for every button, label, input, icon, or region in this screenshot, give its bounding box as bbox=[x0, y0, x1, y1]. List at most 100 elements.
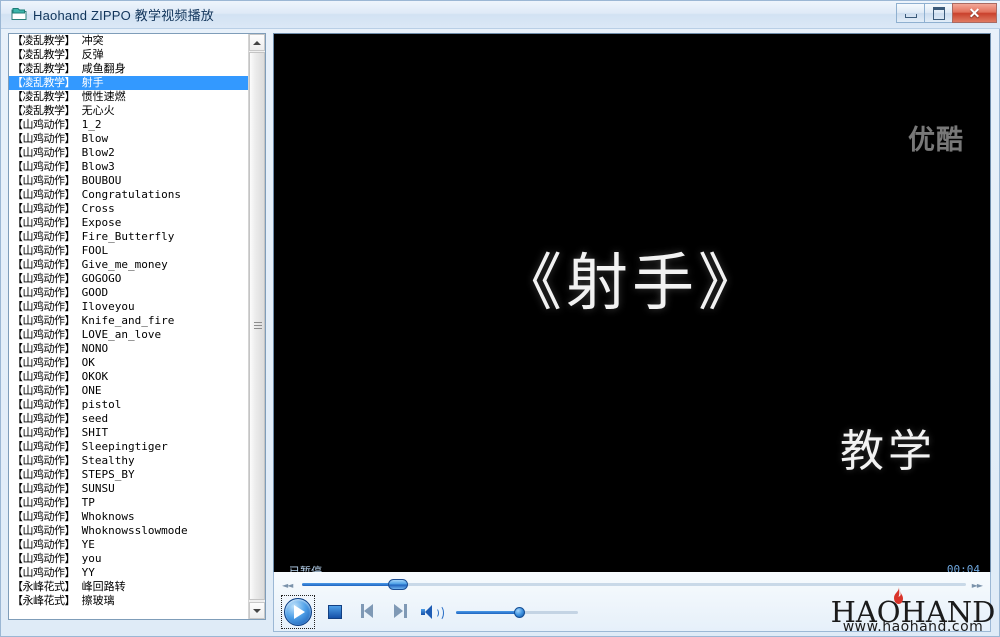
list-item[interactable]: 【山鸡动作】 SHIT bbox=[9, 426, 250, 440]
list-item[interactable]: 【山鸡动作】 FOOL bbox=[9, 244, 250, 258]
seek-slider[interactable] bbox=[302, 579, 966, 590]
list-item-tag: 【山鸡动作】 bbox=[12, 552, 76, 565]
list-item-name: Blow2 bbox=[75, 146, 115, 159]
list-item-tag: 【山鸡动作】 bbox=[12, 496, 76, 509]
list-item[interactable]: 【山鸡动作】 1_2 bbox=[9, 118, 250, 132]
list-item[interactable]: 【山鸡动作】 YY bbox=[9, 566, 250, 580]
list-item-tag: 【山鸡动作】 bbox=[12, 118, 76, 131]
list-item[interactable]: 【山鸡动作】 Whoknowsslowmode bbox=[9, 524, 250, 538]
rewind-icon[interactable]: ◄◄ bbox=[282, 581, 293, 590]
list-item[interactable]: 【凌乱教学】 惯性速燃 bbox=[9, 90, 250, 104]
list-item[interactable]: 【凌乱教学】 射手 bbox=[9, 76, 250, 90]
list-item-tag: 【山鸡动作】 bbox=[12, 314, 76, 327]
scrollbar-thumb[interactable] bbox=[249, 52, 265, 600]
list-item-tag: 【山鸡动作】 bbox=[12, 216, 76, 229]
list-item[interactable]: 【山鸡动作】 YE bbox=[9, 538, 250, 552]
scroll-down-button[interactable] bbox=[249, 602, 265, 619]
list-item[interactable]: 【山鸡动作】 you bbox=[9, 552, 250, 566]
list-item-name: 惯性速燃 bbox=[75, 90, 126, 103]
window-title: Haohand ZIPPO 教学视频播放 bbox=[33, 8, 214, 23]
list-item[interactable]: 【山鸡动作】 OK bbox=[9, 356, 250, 370]
list-item[interactable]: 【山鸡动作】 ONE bbox=[9, 384, 250, 398]
list-item[interactable]: 【山鸡动作】 Blow2 bbox=[9, 146, 250, 160]
video-title-text: 《射手》 bbox=[499, 246, 764, 319]
list-item-tag: 【山鸡动作】 bbox=[12, 482, 76, 495]
application-window: Haohand ZIPPO 教学视频播放 ✕ 【凌乱教学】 冲突 【凌乱教学】 反… bbox=[0, 0, 1000, 637]
maximize-button[interactable] bbox=[924, 3, 953, 23]
list-item[interactable]: 【山鸡动作】 TP bbox=[9, 496, 250, 510]
list-item[interactable]: 【山鸡动作】 GOGOGO bbox=[9, 272, 250, 286]
playlist-scrollbar[interactable] bbox=[248, 34, 265, 619]
list-item-name: Blow bbox=[75, 132, 109, 145]
list-item[interactable]: 【山鸡动作】 Whoknows bbox=[9, 510, 250, 524]
list-item-tag: 【山鸡动作】 bbox=[12, 440, 76, 453]
scroll-up-button[interactable] bbox=[249, 34, 265, 51]
mute-button[interactable] bbox=[421, 604, 444, 621]
list-item[interactable]: 【山鸡动作】 Give_me_money bbox=[9, 258, 250, 272]
minimize-button[interactable] bbox=[896, 3, 925, 23]
list-item-name: pistol bbox=[75, 398, 122, 411]
list-item[interactable]: 【山鸡动作】 Iloveyou bbox=[9, 300, 250, 314]
list-item-name: GOGOGO bbox=[75, 272, 122, 285]
previous-button[interactable] bbox=[360, 603, 378, 619]
list-item[interactable]: 【山鸡动作】 Fire_Butterfly bbox=[9, 230, 250, 244]
list-item[interactable]: 【山鸡动作】 GOOD bbox=[9, 286, 250, 300]
minimize-icon bbox=[904, 13, 917, 18]
close-button[interactable]: ✕ bbox=[952, 3, 997, 23]
list-item[interactable]: 【永峰花式】 峰回路转 bbox=[9, 580, 250, 594]
volume-fill bbox=[456, 611, 520, 614]
list-item[interactable]: 【山鸡动作】 STEPS_BY bbox=[9, 468, 250, 482]
list-item-tag: 【山鸡动作】 bbox=[12, 356, 76, 369]
list-item[interactable]: 【山鸡动作】 OKOK bbox=[9, 370, 250, 384]
list-item[interactable]: 【山鸡动作】 Blow3 bbox=[9, 160, 250, 174]
list-item-tag: 【永峰花式】 bbox=[12, 594, 76, 607]
list-item-tag: 【山鸡动作】 bbox=[12, 566, 76, 579]
list-item[interactable]: 【山鸡动作】 SUNSU bbox=[9, 482, 250, 496]
list-item[interactable]: 【永峰花式】 擦玻璃 bbox=[9, 594, 250, 608]
list-item[interactable]: 【山鸡动作】 Knife_and_fire bbox=[9, 314, 250, 328]
list-item-name: Iloveyou bbox=[75, 300, 135, 313]
list-item[interactable]: 【山鸡动作】 NONO bbox=[9, 342, 250, 356]
list-item-tag: 【山鸡动作】 bbox=[12, 342, 76, 355]
playlist-listbox[interactable]: 【凌乱教学】 冲突 【凌乱教学】 反弹 【凌乱教学】 咸鱼翻身 【凌乱教学】 射手 【凌… bbox=[8, 33, 266, 620]
list-item[interactable]: 【山鸡动作】 Cross bbox=[9, 202, 250, 216]
video-stage[interactable]: 优酷 《射手》 教学 bbox=[274, 34, 990, 555]
seek-slider-thumb[interactable] bbox=[388, 579, 409, 590]
volume-slider[interactable] bbox=[456, 607, 578, 618]
seek-progress-fill bbox=[302, 583, 399, 586]
list-item-name: Knife_and_fire bbox=[75, 314, 175, 327]
list-item-name: 反弹 bbox=[75, 48, 104, 61]
list-item[interactable]: 【山鸡动作】 BOUBOU bbox=[9, 174, 250, 188]
list-item-name: Stealthy bbox=[75, 454, 135, 467]
list-item-name: SHIT bbox=[75, 426, 109, 439]
list-item[interactable]: 【山鸡动作】 Stealthy bbox=[9, 454, 250, 468]
list-item[interactable]: 【山鸡动作】 Expose bbox=[9, 216, 250, 230]
stop-button[interactable] bbox=[328, 605, 342, 619]
video-player-panel[interactable]: 优酷 《射手》 教学 已暂停 00:04 bbox=[273, 33, 991, 588]
list-item-name: Expose bbox=[75, 216, 122, 229]
list-item[interactable]: 【凌乱教学】 反弹 bbox=[9, 48, 250, 62]
list-item-name: Whoknowsslowmode bbox=[75, 524, 188, 537]
playlist-items[interactable]: 【凌乱教学】 冲突 【凌乱教学】 反弹 【凌乱教学】 咸鱼翻身 【凌乱教学】 射手 【凌… bbox=[9, 34, 250, 619]
list-item[interactable]: 【山鸡动作】 Blow bbox=[9, 132, 250, 146]
list-item[interactable]: 【山鸡动作】 pistol bbox=[9, 398, 250, 412]
list-item-tag: 【山鸡动作】 bbox=[12, 286, 76, 299]
next-button[interactable] bbox=[391, 603, 409, 619]
list-item[interactable]: 【山鸡动作】 Sleepingtiger bbox=[9, 440, 250, 454]
list-item[interactable]: 【凌乱教学】 无心火 bbox=[9, 104, 250, 118]
list-item-name: 射手 bbox=[75, 76, 104, 89]
list-item[interactable]: 【山鸡动作】 Congratulations bbox=[9, 188, 250, 202]
list-item-name: Fire_Butterfly bbox=[75, 230, 175, 243]
list-item[interactable]: 【凌乱教学】 咸鱼翻身 bbox=[9, 62, 250, 76]
volume-slider-thumb[interactable] bbox=[514, 607, 526, 618]
play-button[interactable] bbox=[281, 595, 315, 629]
list-item[interactable]: 【凌乱教学】 冲突 bbox=[9, 34, 250, 48]
list-item-name: OK bbox=[75, 356, 95, 369]
list-item-tag: 【山鸡动作】 bbox=[12, 328, 76, 341]
window-buttons: ✕ bbox=[896, 3, 997, 23]
list-item[interactable]: 【山鸡动作】 LOVE_an_love bbox=[9, 328, 250, 342]
list-item[interactable]: 【山鸡动作】 seed bbox=[9, 412, 250, 426]
list-item-tag: 【凌乱教学】 bbox=[12, 104, 76, 117]
play-icon bbox=[284, 598, 312, 626]
logo-url: www.haohand.com bbox=[842, 619, 984, 635]
